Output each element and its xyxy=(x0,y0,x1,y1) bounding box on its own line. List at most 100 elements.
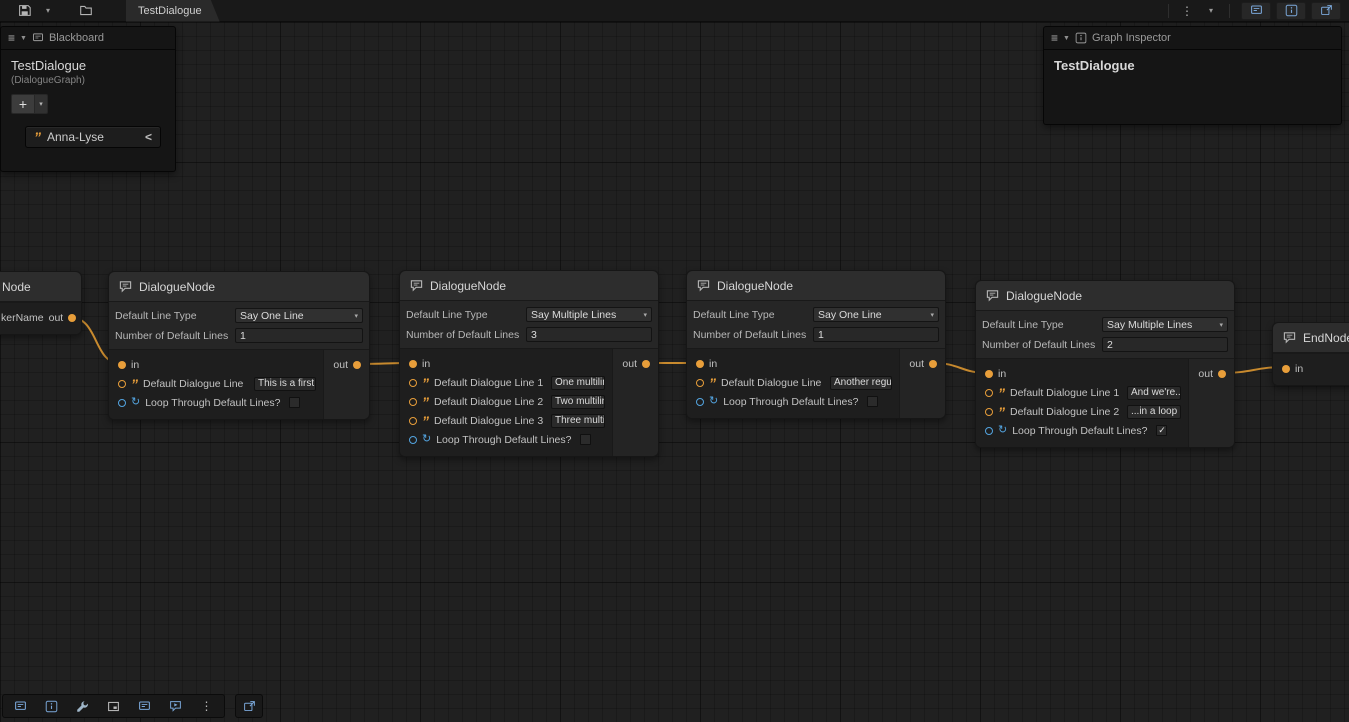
collapse-icon[interactable]: ▼ xyxy=(20,35,27,42)
dialogue-line-field[interactable]: Three multili xyxy=(551,414,605,428)
dialogue-line-port[interactable] xyxy=(409,417,417,425)
loop-port[interactable] xyxy=(409,436,417,444)
start-node[interactable]: Node kerName out xyxy=(0,271,82,335)
num-lines-field[interactable]: 1 xyxy=(235,328,363,343)
node-header[interactable]: DialogueNode xyxy=(687,271,945,301)
toggle-inspector-button[interactable] xyxy=(1276,2,1306,20)
dialogue-line-field[interactable]: One multiline xyxy=(551,376,605,390)
node-header[interactable]: DialogueNode xyxy=(109,272,369,302)
dialogue-line-port[interactable] xyxy=(409,398,417,406)
blackboard-header[interactable]: ≡ ▼ Blackboard xyxy=(1,27,175,50)
dialogue-node-3[interactable]: DialogueNode Default Line Type Say One L… xyxy=(686,270,946,419)
node-header[interactable]: DialogueNode xyxy=(976,281,1234,311)
quote-icon: ” xyxy=(422,398,429,406)
node-header[interactable]: EndNode xyxy=(1273,323,1349,353)
in-port[interactable] xyxy=(409,360,417,368)
in-port[interactable] xyxy=(696,360,704,368)
loop-port[interactable] xyxy=(696,398,704,406)
more-tools-button[interactable]: ⋮ xyxy=(191,696,222,716)
quote-icon: ” xyxy=(709,379,716,387)
in-port[interactable] xyxy=(985,370,993,378)
in-port[interactable] xyxy=(118,361,126,369)
out-port[interactable] xyxy=(353,361,361,369)
end-node-icon xyxy=(1283,331,1296,344)
tab-testdialogue[interactable]: TestDialogue xyxy=(126,0,220,22)
add-property-dropdown[interactable]: ▾ xyxy=(35,94,48,114)
open-folder-button[interactable] xyxy=(75,2,97,20)
chevron-down-icon: ▾ xyxy=(354,312,358,320)
blackboard-property[interactable]: ” Anna-Lyse < xyxy=(25,126,161,148)
blackboard-panel[interactable]: ≡ ▼ Blackboard TestDialogue (DialogueGra… xyxy=(0,26,176,172)
end-node[interactable]: EndNode in xyxy=(1272,322,1349,386)
inspector-header[interactable]: ≡ ▼ Graph Inspector xyxy=(1044,27,1341,50)
num-lines-field[interactable]: 1 xyxy=(813,327,939,342)
minimap-toggle-icon[interactable] xyxy=(98,696,129,716)
settings-wrench-icon[interactable] xyxy=(67,696,98,716)
loop-checkbox[interactable] xyxy=(867,396,878,407)
graph-inspector-panel[interactable]: ≡ ▼ Graph Inspector TestDialogue xyxy=(1043,26,1342,125)
line-type-dropdown[interactable]: Say Multiple Lines ▾ xyxy=(1102,317,1228,332)
out-port[interactable] xyxy=(68,314,76,322)
loop-checkbox[interactable] xyxy=(580,434,591,445)
save-button[interactable] xyxy=(13,2,35,20)
graph-canvas[interactable]: Node kerName out DialogueNode Default Li… xyxy=(0,0,1349,722)
line-type-dropdown[interactable]: Say One Line ▾ xyxy=(813,307,939,322)
num-lines-field[interactable]: 3 xyxy=(526,327,652,342)
dialogue-line-port[interactable] xyxy=(696,379,704,387)
loop-checkbox[interactable]: ✓ xyxy=(1156,425,1167,436)
blackboard-icon xyxy=(32,32,44,44)
dialogue-line-port[interactable] xyxy=(985,408,993,416)
loop-port[interactable] xyxy=(985,427,993,435)
in-port[interactable] xyxy=(1282,365,1290,373)
open-external-button[interactable] xyxy=(235,694,263,718)
dialogue-node-4[interactable]: DialogueNode Default Line Type Say Multi… xyxy=(975,280,1235,448)
node-title: DialogueNode xyxy=(717,279,793,293)
hamburger-icon[interactable]: ≡ xyxy=(8,31,15,45)
dialogue-node-2[interactable]: DialogueNode Default Line Type Say Multi… xyxy=(399,270,659,457)
dialogue-line-port[interactable] xyxy=(985,389,993,397)
dialogue-line-port[interactable] xyxy=(118,380,126,388)
blackboard-toggle-icon[interactable] xyxy=(5,696,36,716)
node-title: Node xyxy=(2,280,31,294)
out-port-label: out xyxy=(49,312,64,324)
dialogue-line-field[interactable]: And we're... xyxy=(1127,386,1181,400)
dialogue-line-field[interactable]: Two multiline xyxy=(551,395,605,409)
out-port[interactable] xyxy=(642,360,650,368)
preview-toggle-icon[interactable] xyxy=(129,696,160,716)
inspector-toggle-icon[interactable] xyxy=(36,696,67,716)
dialogue-node-1[interactable]: DialogueNode Default Line Type Say One L… xyxy=(108,271,370,420)
dialogue-line-field[interactable]: This is a first xyxy=(254,377,316,391)
tab-label: TestDialogue xyxy=(138,5,202,17)
num-lines-field[interactable]: 2 xyxy=(1102,337,1228,352)
separator xyxy=(1229,4,1230,18)
line-type-dropdown[interactable]: Say One Line ▾ xyxy=(235,308,363,323)
toggle-blackboard-button[interactable] xyxy=(1241,2,1271,20)
add-property-button[interactable]: + xyxy=(11,94,35,114)
loop-checkbox[interactable] xyxy=(289,397,300,408)
hamburger-icon[interactable]: ≡ xyxy=(1051,31,1058,45)
line-type-value: Say One Line xyxy=(818,309,882,321)
save-dropdown-button[interactable]: ▾ xyxy=(37,2,59,20)
node-header[interactable]: Node xyxy=(0,272,81,302)
loop-port[interactable] xyxy=(118,399,126,407)
graph-name: TestDialogue xyxy=(1054,58,1331,73)
line-type-value: Say One Line xyxy=(240,310,304,322)
property-name: Anna-Lyse xyxy=(47,130,139,144)
line-type-dropdown[interactable]: Say Multiple Lines ▾ xyxy=(526,307,652,322)
node-header[interactable]: DialogueNode xyxy=(400,271,658,301)
in-port-label: in xyxy=(998,368,1006,380)
out-port[interactable] xyxy=(929,360,937,368)
dialogue-line-field[interactable]: Another regu xyxy=(830,376,892,390)
quote-icon: ” xyxy=(131,380,138,388)
toggle-preview-button[interactable] xyxy=(1311,2,1341,20)
more-options-button[interactable]: ⋮ xyxy=(1176,2,1198,20)
dialogue-line-label: Default Dialogue Line 3 xyxy=(434,415,543,427)
expand-icon[interactable]: < xyxy=(145,130,152,144)
dialogue-line-port[interactable] xyxy=(409,379,417,387)
dialogue-line-field[interactable]: ...in a loop xyxy=(1127,405,1181,419)
out-port[interactable] xyxy=(1218,370,1226,378)
play-dialogue-icon[interactable] xyxy=(160,696,191,716)
chevron-down-icon: ▾ xyxy=(930,311,934,319)
collapse-icon[interactable]: ▼ xyxy=(1063,35,1070,42)
more-options-dropdown[interactable]: ▾ xyxy=(1200,2,1222,20)
